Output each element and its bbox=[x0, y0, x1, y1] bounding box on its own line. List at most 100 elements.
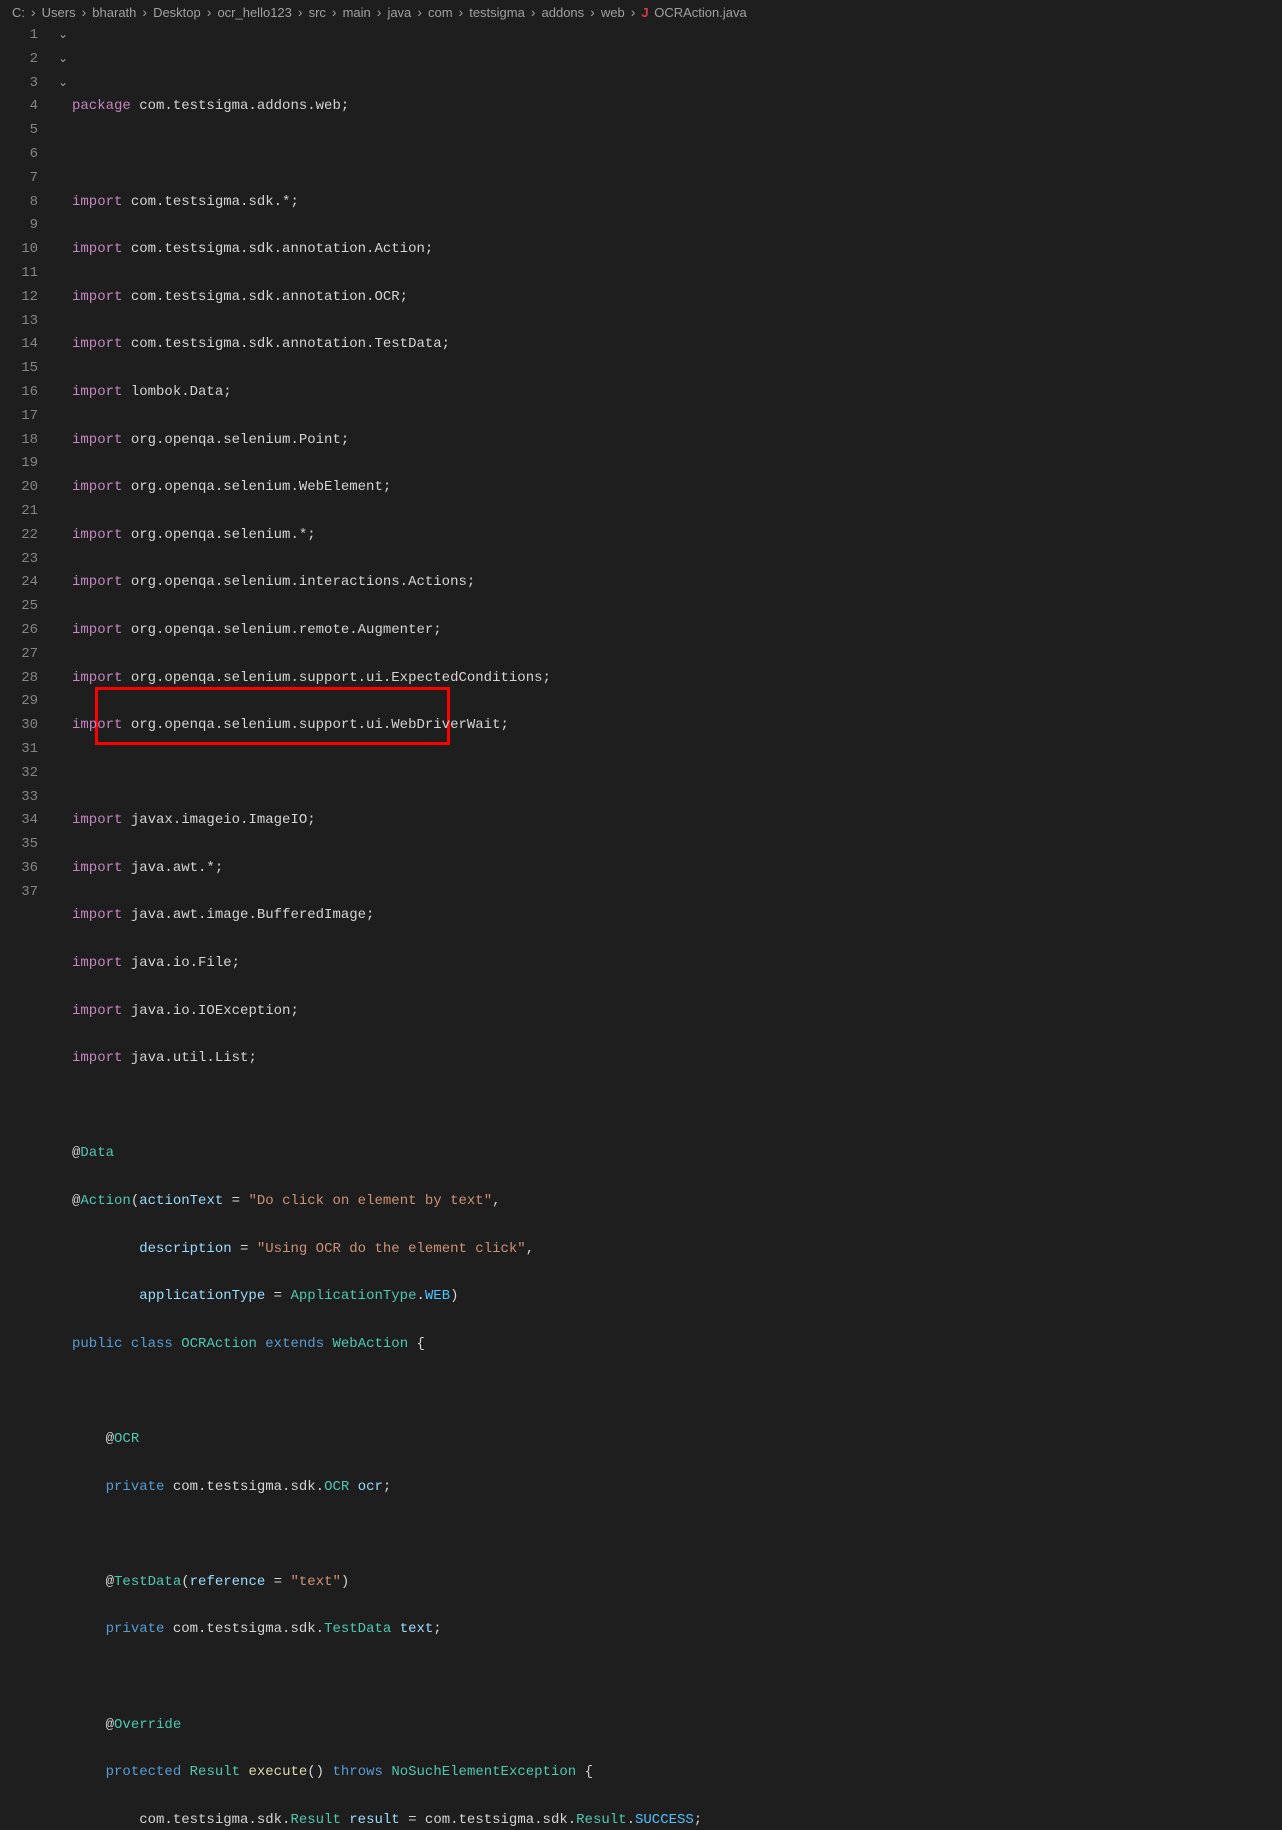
code-line[interactable]: import com.testsigma.sdk.annotation.Test… bbox=[72, 333, 1282, 357]
code-line[interactable] bbox=[72, 1095, 1282, 1119]
code-line[interactable]: @OCR bbox=[72, 1428, 1282, 1452]
chevron-right-icon: › bbox=[82, 4, 87, 20]
breadcrumb-item[interactable]: java bbox=[387, 5, 411, 20]
line-number: 16 bbox=[0, 381, 38, 405]
line-number: 37 bbox=[0, 881, 38, 905]
line-number: 4 bbox=[0, 95, 38, 119]
line-number: 28 bbox=[0, 667, 38, 691]
line-number: 33 bbox=[0, 786, 38, 810]
code-line[interactable]: protected Result execute() throws NoSuch… bbox=[72, 1761, 1282, 1785]
line-number: 19 bbox=[0, 452, 38, 476]
code-line[interactable]: public class OCRAction extends WebAction… bbox=[72, 1333, 1282, 1357]
line-number: 29 bbox=[0, 690, 38, 714]
breadcrumb-item[interactable]: web bbox=[601, 5, 625, 20]
code-line[interactable] bbox=[72, 143, 1282, 167]
line-number: 6 bbox=[0, 143, 38, 167]
java-file-icon: J bbox=[641, 5, 648, 20]
fold-marker[interactable]: ⌄ bbox=[58, 72, 72, 96]
chevron-right-icon: › bbox=[417, 4, 422, 20]
breadcrumb: C: › Users › bharath › Desktop › ocr_hello12… bbox=[0, 0, 1282, 24]
fold-marker[interactable]: ⌄ bbox=[58, 24, 72, 48]
line-number: 23 bbox=[0, 548, 38, 572]
code-line[interactable]: @Data bbox=[72, 1142, 1282, 1166]
code-line[interactable]: private com.testsigma.sdk.OCR ocr; bbox=[72, 1476, 1282, 1500]
line-number: 22 bbox=[0, 524, 38, 548]
code-line[interactable]: import javax.imageio.ImageIO; bbox=[72, 809, 1282, 833]
code-line[interactable]: import org.openqa.selenium.support.ui.Ex… bbox=[72, 667, 1282, 691]
line-number: 27 bbox=[0, 643, 38, 667]
line-number: 2 bbox=[0, 48, 38, 72]
breadcrumb-item[interactable]: Desktop bbox=[153, 5, 201, 20]
code-line[interactable]: import org.openqa.selenium.support.ui.We… bbox=[72, 714, 1282, 738]
code-line[interactable]: import com.testsigma.sdk.annotation.OCR; bbox=[72, 286, 1282, 310]
line-number: 7 bbox=[0, 167, 38, 191]
breadcrumb-item[interactable]: Users bbox=[42, 5, 76, 20]
breadcrumb-item[interactable]: src bbox=[309, 5, 326, 20]
chevron-right-icon: › bbox=[459, 4, 464, 20]
line-number: 15 bbox=[0, 357, 38, 381]
line-number: 34 bbox=[0, 809, 38, 833]
code-content[interactable]: package com.testsigma.addons.web; import… bbox=[72, 24, 1282, 915]
chevron-right-icon: › bbox=[531, 4, 536, 20]
code-line[interactable] bbox=[72, 762, 1282, 786]
breadcrumb-item[interactable]: C: bbox=[12, 5, 25, 20]
breadcrumb-item[interactable]: testsigma bbox=[469, 5, 525, 20]
code-line[interactable]: private com.testsigma.sdk.TestData text; bbox=[72, 1618, 1282, 1642]
chevron-right-icon: › bbox=[31, 4, 36, 20]
breadcrumb-item[interactable]: bharath bbox=[92, 5, 136, 20]
code-line[interactable]: import org.openqa.selenium.*; bbox=[72, 524, 1282, 548]
code-line[interactable]: @TestData(reference = "text") bbox=[72, 1571, 1282, 1595]
chevron-right-icon: › bbox=[298, 4, 303, 20]
code-line[interactable]: import java.io.IOException; bbox=[72, 1000, 1282, 1024]
line-number: 24 bbox=[0, 571, 38, 595]
breadcrumb-item[interactable]: addons bbox=[542, 5, 585, 20]
line-number: 5 bbox=[0, 119, 38, 143]
chevron-right-icon: › bbox=[590, 4, 595, 20]
fold-marker[interactable]: ⌄ bbox=[58, 48, 72, 72]
code-line[interactable]: import com.testsigma.sdk.*; bbox=[72, 191, 1282, 215]
code-line[interactable]: applicationType = ApplicationType.WEB) bbox=[72, 1285, 1282, 1309]
code-line[interactable]: package com.testsigma.addons.web; bbox=[72, 95, 1282, 119]
file-name: OCRAction.java bbox=[654, 5, 746, 20]
line-number: 21 bbox=[0, 500, 38, 524]
chevron-right-icon: › bbox=[142, 4, 147, 20]
chevron-right-icon: › bbox=[377, 4, 382, 20]
line-number: 1 bbox=[0, 24, 38, 48]
code-line[interactable]: import org.openqa.selenium.WebElement; bbox=[72, 476, 1282, 500]
code-line[interactable] bbox=[72, 1523, 1282, 1547]
code-line[interactable] bbox=[72, 1666, 1282, 1690]
code-line[interactable]: import java.io.File; bbox=[72, 952, 1282, 976]
code-line[interactable]: import java.awt.image.BufferedImage; bbox=[72, 904, 1282, 928]
code-line[interactable]: com.testsigma.sdk.Result result = com.te… bbox=[72, 1809, 1282, 1830]
code-editor[interactable]: 1234567891011121314151617181920212223242… bbox=[0, 24, 1282, 915]
line-number: 13 bbox=[0, 310, 38, 334]
line-number: 32 bbox=[0, 762, 38, 786]
line-number: 3 bbox=[0, 72, 38, 96]
code-line[interactable]: @Action(actionText = "Do click on elemen… bbox=[72, 1190, 1282, 1214]
line-number: 9 bbox=[0, 214, 38, 238]
line-number: 30 bbox=[0, 714, 38, 738]
code-line[interactable]: import org.openqa.selenium.Point; bbox=[72, 429, 1282, 453]
code-line[interactable]: import org.openqa.selenium.remote.Augmen… bbox=[72, 619, 1282, 643]
line-number: 20 bbox=[0, 476, 38, 500]
code-line[interactable]: import java.util.List; bbox=[72, 1047, 1282, 1071]
code-line[interactable] bbox=[72, 1380, 1282, 1404]
line-number: 36 bbox=[0, 857, 38, 881]
code-line[interactable]: import java.awt.*; bbox=[72, 857, 1282, 881]
code-line[interactable]: import com.testsigma.sdk.annotation.Acti… bbox=[72, 238, 1282, 262]
line-number: 18 bbox=[0, 429, 38, 453]
code-line[interactable]: import org.openqa.selenium.interactions.… bbox=[72, 571, 1282, 595]
breadcrumb-item[interactable]: main bbox=[343, 5, 371, 20]
line-number: 35 bbox=[0, 833, 38, 857]
line-number: 10 bbox=[0, 238, 38, 262]
code-line[interactable]: description = "Using OCR do the element … bbox=[72, 1238, 1282, 1262]
code-line[interactable]: @Override bbox=[72, 1714, 1282, 1738]
breadcrumb-file[interactable]: J OCRAction.java bbox=[641, 5, 746, 20]
breadcrumb-item[interactable]: com bbox=[428, 5, 453, 20]
breadcrumb-item[interactable]: ocr_hello123 bbox=[217, 5, 291, 20]
line-number-gutter: 1234567891011121314151617181920212223242… bbox=[0, 24, 58, 915]
line-number: 26 bbox=[0, 619, 38, 643]
fold-gutter: ⌄⌄⌄ bbox=[58, 24, 72, 915]
line-number: 31 bbox=[0, 738, 38, 762]
code-line[interactable]: import lombok.Data; bbox=[72, 381, 1282, 405]
